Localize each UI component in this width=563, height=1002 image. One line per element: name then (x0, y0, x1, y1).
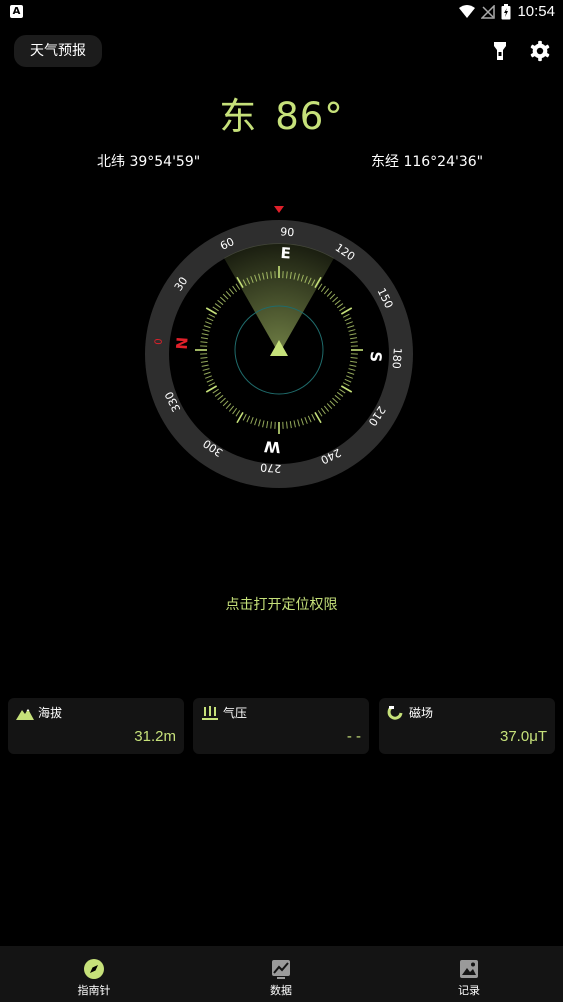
pressure-label: 气压 (223, 706, 248, 720)
bottom-navigation: 指南针 数据 记录 (0, 946, 563, 1002)
cardinal-east: E (280, 244, 291, 263)
flashlight-icon[interactable] (489, 40, 511, 62)
compass-dial: 3060901201501802102402703003300 NESW (145, 206, 413, 488)
nav-records-label: 记录 (458, 984, 480, 997)
degree-label-270: 270 (260, 460, 282, 474)
cardinal-south: S (366, 351, 385, 363)
longitude-text: 东经 116°24'36" (371, 154, 484, 170)
heading-direction: 东 (219, 95, 258, 138)
nav-compass[interactable]: 指南针 (34, 946, 154, 1002)
nav-compass-label: 指南针 (77, 984, 111, 997)
altitude-value: 31.2m (134, 728, 176, 745)
nav-data-label: 数据 (270, 984, 292, 997)
magnetic-value: 37.0μT (500, 728, 547, 745)
chart-icon (272, 960, 290, 979)
weather-forecast-button[interactable]: 天气预报 (14, 35, 102, 67)
magnetic-label: 磁场 (409, 706, 434, 720)
status-time: 10:54 (517, 3, 555, 20)
magnetic-card: 磁场 37.0μT (379, 698, 555, 754)
heading-degrees: 86° (275, 95, 344, 138)
app-notification-icon: A (10, 5, 23, 18)
compass-icon (84, 959, 104, 979)
pressure-icon (202, 706, 218, 720)
status-icons: 10:54 (459, 3, 555, 20)
degree-label-180: 180 (389, 347, 403, 369)
north-degree-marker: 0 (154, 338, 165, 345)
battery-icon (501, 3, 511, 19)
latitude-text: 北纬 39°54'59" (97, 154, 201, 170)
status-bar: A 10:54 (0, 0, 563, 24)
cardinal-north: N (173, 336, 192, 350)
nav-data[interactable]: 数据 (221, 946, 341, 1002)
pressure-card: 气压 - - (193, 698, 369, 754)
altitude-label: 海拔 (38, 706, 63, 720)
location-permission-link[interactable]: 点击打开定位权限 (0, 594, 563, 614)
heading-indicator-icon (274, 206, 284, 213)
magnet-icon (387, 705, 403, 720)
heading-readout: 东 86° (0, 86, 563, 140)
mountain-icon (16, 709, 34, 720)
image-icon (460, 960, 478, 978)
no-signal-icon (481, 4, 496, 19)
cardinal-west: W (263, 437, 281, 456)
nav-records[interactable]: 记录 (409, 946, 529, 1002)
settings-gear-icon[interactable] (529, 40, 551, 62)
wifi-icon (459, 4, 476, 18)
pressure-value: - - (346, 728, 361, 745)
altitude-card: 海拔 31.2m (8, 698, 184, 754)
degree-label-90: 90 (280, 225, 295, 239)
